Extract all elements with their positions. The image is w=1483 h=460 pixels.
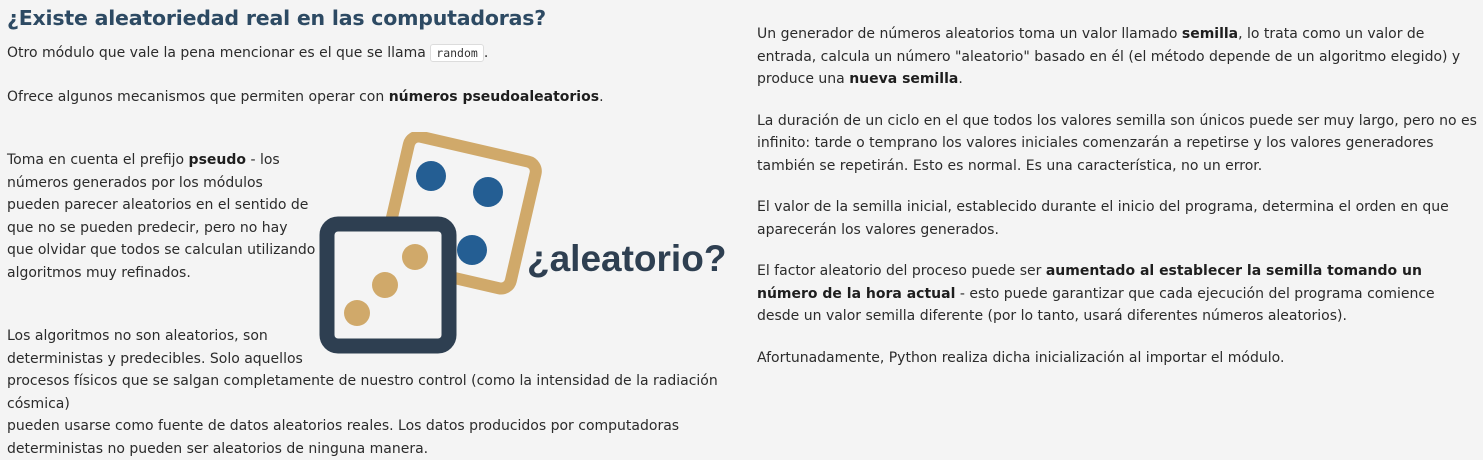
blue-pip-icon xyxy=(473,177,503,207)
paragraph-pseudo-numbers: Ofrece algunos mecanismos que permiten o… xyxy=(7,86,604,109)
r1-text-a: Un generador de números aleatorios toma … xyxy=(757,26,1182,42)
gold-pip-icon xyxy=(372,272,398,298)
image-caption: ¿aleatorio? xyxy=(527,238,726,279)
p3-line2: números generados por los módulos xyxy=(7,174,263,191)
p3-line5: que olvidar que todos se calculan utiliz… xyxy=(7,242,316,258)
p3-line1-end: - los xyxy=(246,152,280,168)
p4-line4: pueden usarse como fuente de datos aleat… xyxy=(7,418,680,434)
paragraph-python-init: Afortunadamente, Python realiza dicha in… xyxy=(757,349,1285,366)
paragraph-cycle: La duración de un ciclo en el que todos … xyxy=(757,112,1477,174)
p4-line1: Los algoritmos no son aleatorios, son xyxy=(7,328,268,344)
r1-bold-new-seed: nueva semilla xyxy=(849,71,959,87)
gold-pip-icon xyxy=(344,300,370,326)
p3-line6: algoritmos muy refinados. xyxy=(7,264,191,281)
dark-die-icon xyxy=(319,216,457,354)
p1-end: . xyxy=(483,45,489,61)
paragraph-pseudo-prefix: Toma en cuenta el prefijo pseudo - los n… xyxy=(7,149,315,284)
r4-text-a: El factor aleatorio del proceso puede se… xyxy=(757,263,1046,279)
r1-end: . xyxy=(958,71,963,87)
p2-bold: números pseudoaleatorios xyxy=(388,89,600,105)
gold-pip-icon xyxy=(402,244,428,270)
blue-pip-icon xyxy=(416,161,446,191)
p3-line3: pueden parecer aleatorios en el sentido … xyxy=(7,197,309,213)
p3-line1-text: Toma en cuenta el prefijo xyxy=(7,152,189,168)
blue-pip-icon xyxy=(457,235,487,265)
right-column: Un generador de números aleatorios toma … xyxy=(757,0,1477,388)
paragraph-time-seed: El factor aleatorio del proceso puede se… xyxy=(757,260,1477,328)
p4-line3: procesos físicos que se salgan completam… xyxy=(7,373,718,412)
p1-text: Otro módulo que vale la pena mencionar e… xyxy=(7,45,431,61)
p2-end: . xyxy=(599,89,604,105)
dice-illustration: ¿aleatorio? xyxy=(319,132,726,354)
r1-bold-seed: semilla xyxy=(1181,26,1239,42)
p2-text: Ofrece algunos mecanismos que permiten o… xyxy=(7,89,389,105)
paragraph-initial-seed: El valor de la semilla inicial, establec… xyxy=(757,199,1449,238)
paragraph-random-module: Otro módulo que vale la pena mencionar e… xyxy=(7,42,488,65)
p3-line1-bold: pseudo xyxy=(188,152,247,168)
paragraph-seed: Un generador de números aleatorios toma … xyxy=(757,23,1477,91)
page-title: ¿Existe aleatoriedad real en las computa… xyxy=(7,6,546,30)
p4-line2: deterministas y predecibles. Solo aquell… xyxy=(7,350,303,367)
random-code: random xyxy=(430,44,484,62)
p3-line4: que no se pueden predecir, pero no hay xyxy=(7,219,288,236)
p4-line5: deterministas no pueden ser aleatorios d… xyxy=(7,440,429,457)
